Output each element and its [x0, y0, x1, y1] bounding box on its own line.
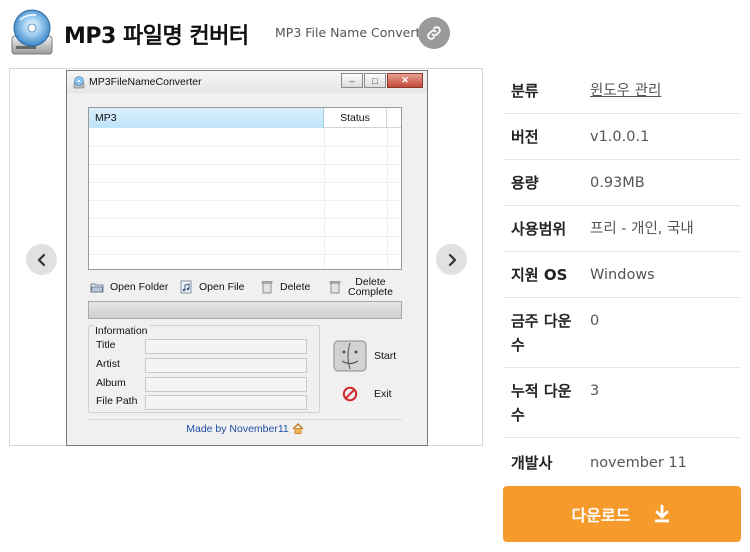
- category-link[interactable]: 윈도우 관리: [590, 79, 661, 103]
- page-title: MP3 파일명 컨버터: [64, 24, 249, 49]
- list-gridline: [89, 236, 401, 237]
- delete-complete-label: Complete: [348, 286, 393, 298]
- open-folder-label: Open Folder: [110, 281, 169, 293]
- detail-value: 3: [590, 383, 600, 399]
- software-details: 분류 윈도우 관리 버전 v1.0.0.1 용량 0.93MB 사용범위 프리 …: [503, 68, 740, 478]
- home-icon: [292, 423, 304, 434]
- file-path-field[interactable]: [145, 395, 307, 410]
- gallery-next-button[interactable]: [436, 244, 467, 275]
- detail-key: 분류: [511, 82, 539, 100]
- detail-key: 용량: [511, 174, 539, 192]
- detail-key: 누적 다운: [511, 382, 572, 400]
- open-file-button[interactable]: Open File: [179, 276, 245, 298]
- open-folder-button[interactable]: Open Folder: [90, 276, 168, 298]
- detail-row-developer: 개발사 november 11: [503, 438, 740, 478]
- information-legend: Information: [93, 325, 150, 337]
- open-file-label: Open File: [199, 281, 245, 293]
- list-gridline: [89, 182, 401, 183]
- download-button[interactable]: 다운로드: [503, 486, 741, 542]
- start-label: Start: [374, 350, 397, 362]
- title-field[interactable]: [145, 339, 307, 354]
- prohibited-icon: [342, 386, 358, 402]
- detail-key: 금주 다운: [511, 312, 572, 330]
- column-divider: [387, 128, 388, 269]
- window-titlebar: MP3FileNameConverter ‒ □ ✕: [67, 71, 427, 93]
- delete-label: Delete: [280, 281, 311, 293]
- window-minimize-button[interactable]: ‒: [341, 73, 363, 88]
- detail-value: 0.93MB: [590, 175, 645, 191]
- download-icon: [655, 504, 670, 523]
- window-maximize-button[interactable]: □: [364, 73, 386, 88]
- detail-key: 지원 OS: [511, 266, 568, 284]
- mp3-file-list[interactable]: MP3 Status: [88, 107, 402, 270]
- artist-field[interactable]: [145, 358, 307, 373]
- detail-value: Windows: [590, 267, 655, 283]
- delete-complete-button[interactable]: Delete Complete: [328, 276, 393, 298]
- detail-key: 사용범위: [511, 220, 567, 238]
- share-link-button[interactable]: [418, 17, 450, 49]
- detail-row-license: 사용범위 프리 - 개인, 국내: [503, 206, 740, 252]
- detail-key: 수: [511, 336, 525, 354]
- close-icon: ✕: [401, 75, 409, 85]
- folder-icon: [90, 283, 104, 293]
- exit-button[interactable]: Exit: [342, 385, 402, 405]
- chevron-right-icon: [448, 253, 456, 266]
- list-gridline: [89, 254, 401, 255]
- detail-row-version: 버전 v1.0.0.1: [503, 114, 740, 160]
- chevron-left-icon: [37, 253, 45, 266]
- trash-icon: [329, 281, 341, 294]
- list-gridline: [89, 218, 401, 219]
- detail-value: 프리 - 개인, 국내: [590, 221, 694, 237]
- column-header-status[interactable]: Status: [324, 108, 387, 128]
- detail-row-os: 지원 OS Windows: [503, 252, 740, 298]
- screenshot-gallery: MP3FileNameConverter ‒ □ ✕ MP3 Status Op…: [9, 68, 483, 446]
- window-close-button[interactable]: ✕: [387, 73, 423, 88]
- app-screenshot: MP3FileNameConverter ‒ □ ✕ MP3 Status Op…: [66, 70, 428, 446]
- window-footer: Made by November11: [88, 419, 402, 437]
- detail-key: 수: [511, 406, 525, 424]
- gallery-prev-button[interactable]: [26, 244, 57, 275]
- finder-icon: [333, 340, 367, 372]
- list-header: MP3 Status: [89, 108, 401, 128]
- exit-label: Exit: [374, 388, 392, 400]
- column-divider: [324, 128, 325, 269]
- detail-row-category: 분류 윈도우 관리: [503, 68, 740, 114]
- disc-drive-icon: [11, 9, 53, 55]
- start-button[interactable]: Start: [332, 339, 402, 375]
- music-file-icon: [180, 280, 192, 294]
- link-icon: [427, 26, 441, 40]
- list-gridline: [89, 146, 401, 147]
- detail-row-total-downloads: 누적 다운 수 3: [503, 368, 740, 438]
- minimize-icon: ‒: [349, 75, 355, 86]
- detail-key: 버전: [511, 128, 539, 146]
- trash-icon: [261, 281, 273, 294]
- column-header-mp3[interactable]: MP3: [89, 108, 324, 128]
- progress-bar: [88, 301, 402, 319]
- maximize-icon: □: [372, 75, 378, 86]
- file-path-label: File Path: [96, 395, 138, 407]
- information-group: Information Title Artist Album File Path: [88, 325, 320, 413]
- window-title: MP3FileNameConverter: [89, 76, 202, 88]
- delete-button[interactable]: Delete: [260, 276, 310, 298]
- title-label: Title: [96, 339, 116, 351]
- detail-row-weekly-downloads: 금주 다운 수 0: [503, 298, 740, 368]
- artist-label: Artist: [96, 358, 120, 370]
- detail-key: 개발사: [511, 454, 553, 472]
- detail-value: november 11: [590, 455, 687, 471]
- disc-drive-icon: [73, 76, 85, 89]
- detail-value: v1.0.0.1: [590, 129, 650, 145]
- detail-row-size: 용량 0.93MB: [503, 160, 740, 206]
- page-header: MP3 파일명 컨버터 MP3 File Name Converter: [0, 0, 750, 64]
- album-label: Album: [96, 377, 126, 389]
- list-gridline: [89, 164, 401, 165]
- list-gridline: [89, 200, 401, 201]
- page-subtitle: MP3 File Name Converter: [275, 25, 434, 40]
- album-field[interactable]: [145, 377, 307, 392]
- detail-value: 0: [590, 313, 600, 329]
- download-label: 다운로드: [571, 506, 631, 525]
- made-by-link[interactable]: Made by November11: [186, 423, 289, 435]
